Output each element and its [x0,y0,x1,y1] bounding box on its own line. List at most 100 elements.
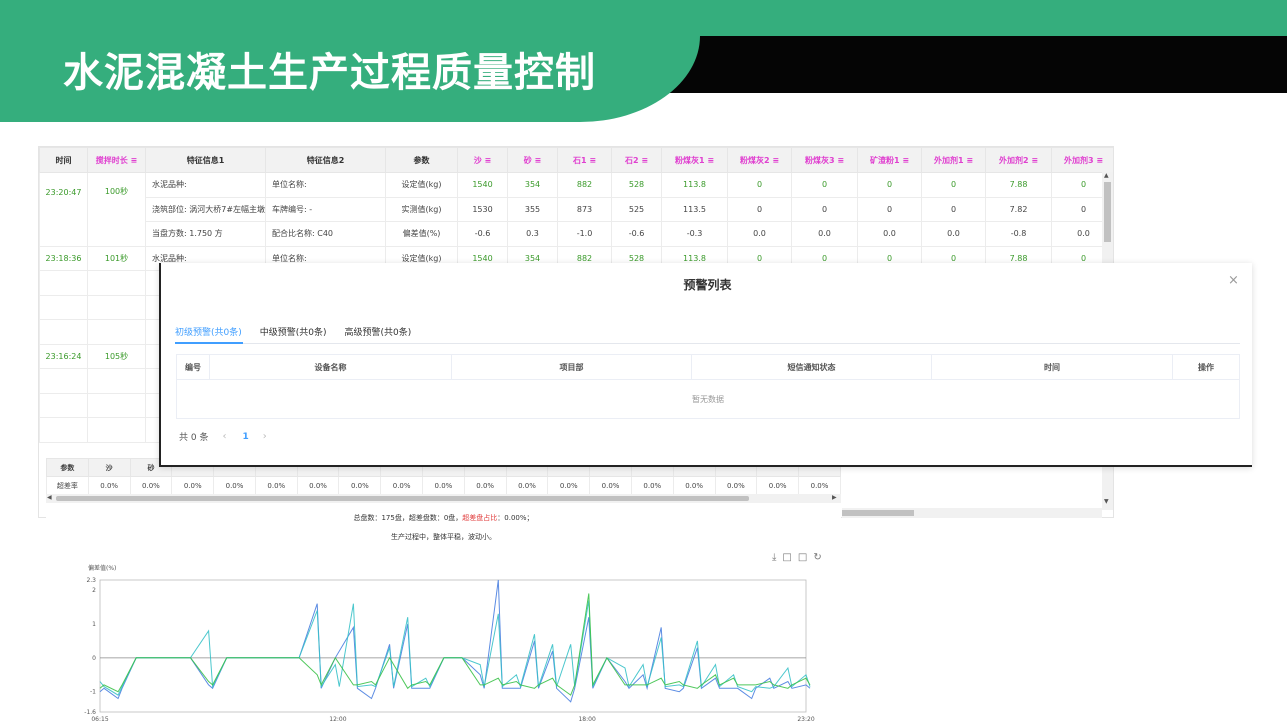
summary-text: ：0.00%； [497,514,534,522]
zoom-reset-icon[interactable]: □ [798,552,813,563]
column-header[interactable]: 砂 ≡ [507,147,558,173]
prev-page-icon[interactable]: ‹ [222,431,226,442]
table-cell: 当盘方数: 1.750 方 [145,221,266,247]
table-horizontal-scrollbar[interactable] [842,508,1102,518]
table-cell: 354 [507,172,558,198]
table-cell: -0.6 [611,221,662,247]
table-cell [39,319,88,345]
table-cell: 0.3 [507,221,558,247]
table-cell: 0.0% [463,476,507,495]
table-cell: 0.0% [254,476,298,495]
table-cell [87,392,146,418]
table-cell: 0 [921,196,986,222]
scrollbar-thumb[interactable] [56,496,749,501]
empty-state-text: 暂无数据 [692,395,724,404]
table-cell: -0.8 [985,221,1052,247]
table-cell: 7.82 [985,196,1052,222]
series-line [99,593,811,696]
table-cell: 1530 [457,196,508,222]
scrollbar-thumb[interactable] [1104,182,1111,242]
summary-line-2: 生产过程中，整体平稳，波动小。 [391,533,496,541]
scroll-right-icon[interactable]: ▶ [832,494,837,501]
table-cell: -0.6 [457,221,508,247]
sub-table-horizontal-scrollbar[interactable]: ◀ ▶ [46,494,841,503]
table-cell: 882 [557,172,612,198]
slide: 水泥混凝土生产过程质量控制 时间 搅拌时长 ≡ 特征信息1 特征信息2 参数沙 ≡ 砂 ≡… [0,0,1287,725]
x-tick-label: 18:00 [578,716,595,723]
dialog-title: 预警列表 [683,278,732,292]
table-cell [87,294,146,320]
table-cell [39,270,88,296]
table-cell: 0.0% [213,476,256,495]
column-header[interactable]: 外加剂2 ≡ [985,147,1052,173]
table-cell: 单位名称: [265,172,386,198]
column-header[interactable]: 外加剂3 ≡ [1051,147,1113,173]
column-header: 沙 [87,458,131,477]
chart-toolbox: ⤓□□↻ [772,552,828,563]
download-icon[interactable]: ⤓ [772,552,782,563]
table-cell: 7.88 [985,172,1052,198]
table-cell: 设定值(kg) [385,172,458,198]
table-cell: 实测值(kg) [385,196,458,222]
column-header[interactable]: 粉煤灰2 ≡ [727,147,792,173]
table-cell: 355 [507,196,558,222]
table-cell: -0.3 [661,221,728,247]
table-cell [39,221,88,247]
column-header: 特征信息2 [265,147,386,173]
table-cell: 0.0% [547,476,591,495]
column-header[interactable]: 外加剂1 ≡ [921,147,986,173]
table-cell: 0.0% [756,476,800,495]
zoom-icon[interactable]: □ [782,552,797,563]
close-icon[interactable]: × [1228,273,1239,288]
table-cell: 0.0% [422,476,465,495]
total-count: 共 0 条 [179,433,209,443]
column-header[interactable]: 矿渣粉1 ≡ [857,147,922,173]
table-cell: 873 [557,196,612,222]
x-tick-label: 12:00 [329,716,346,723]
table-cell: 0.0 [857,221,922,247]
y-tick-label: 2 [92,587,96,594]
column-header: 项目部 [452,355,692,379]
table-cell [87,197,146,222]
table-cell [87,368,146,394]
scrollbar-thumb[interactable] [842,510,914,516]
y-tick-label: 0 [92,655,96,662]
next-page-icon[interactable]: › [263,431,267,442]
y-tick-label: -1.6 [84,709,96,716]
column-header: 时间 [932,355,1173,379]
scroll-left-icon[interactable]: ◀ [47,494,52,501]
table-cell: 113.8 [661,172,728,198]
summary-highlight: 超差盘占比 [462,514,498,522]
table-row: 23:20:47 100秒 水泥品种: 单位名称: 设定值(kg) 1540 354 882 5… [39,172,1113,198]
table-cell [39,392,88,418]
column-header[interactable]: 石2 ≡ [611,147,662,173]
column-header[interactable]: 粉煤灰3 ≡ [791,147,858,173]
table-cell: 0.0 [921,221,986,247]
page-number[interactable]: 1 [242,432,248,442]
refresh-icon[interactable]: ↻ [813,552,827,563]
table-cell: 100秒 [87,172,146,197]
table-cell: 105秒 [87,343,146,369]
table-cell [39,417,88,443]
table-cell: 偏差值(%) [385,221,458,247]
table-cell: 0.0% [714,476,758,495]
column-header: 参数 [46,458,89,477]
column-header[interactable]: 石1 ≡ [557,147,612,173]
summary-line-1: 总盘数：175盘，超差盘数：0盘，超差盘占比：0.00%； [46,513,841,523]
scroll-up-icon[interactable]: ▲ [1104,172,1109,179]
scroll-down-icon[interactable]: ▼ [1104,498,1109,505]
table-cell: 0.0% [171,476,215,495]
table-cell: 水泥品种: [145,172,266,198]
y-tick-label: 2.3 [86,577,96,584]
table-cell: 1540 [457,172,508,198]
column-header[interactable]: 沙 ≡ [457,147,508,173]
table-cell: 525 [611,196,662,222]
table-cell: 23:18:36 [39,245,88,271]
table-header-row: 编号 设备名称 项目部 短信通知状态 时间 操作 [177,355,1239,380]
table-cell: 浇筑部位: 涡河大桥7#左幅主墩 [145,196,266,222]
column-header[interactable]: 搅拌时长 ≡ [87,147,146,173]
table-row: 超差率 0.0% 0.0% 0.0% 0.0% 0.0% 0.0% 0.0% 0.0% 0.0% 0… [46,476,841,495]
table-cell: 0.0% [589,476,632,495]
column-header[interactable]: 粉煤灰1 ≡ [661,147,728,173]
table-cell: 0.0% [630,476,674,495]
